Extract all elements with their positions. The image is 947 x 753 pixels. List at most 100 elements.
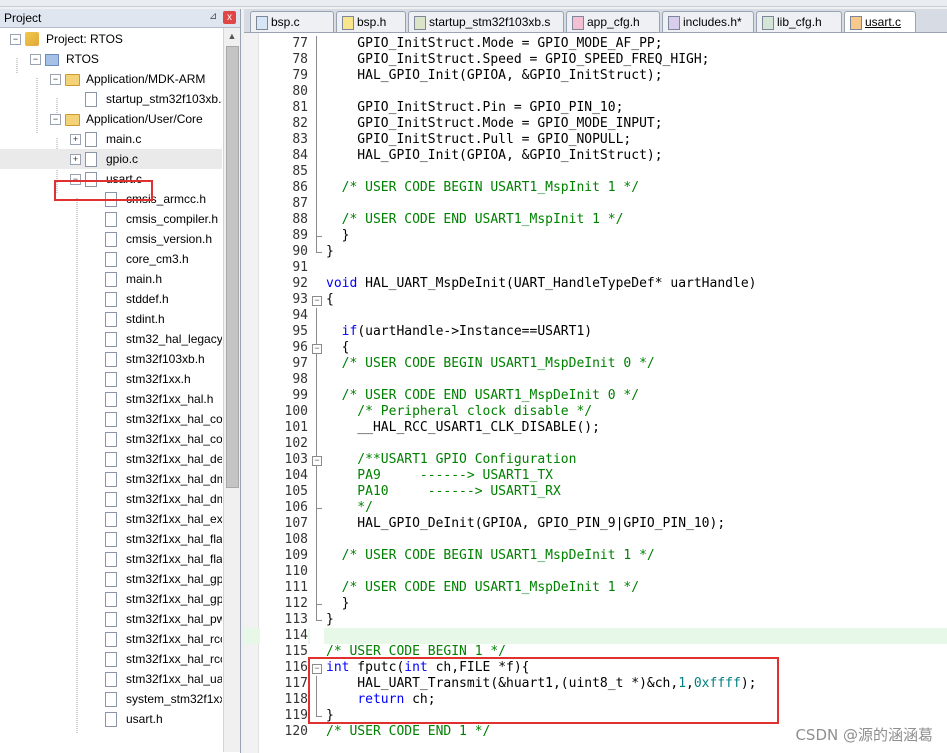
- code-line[interactable]: /* USER CODE END USART1_MspDeInit 1 */: [326, 580, 639, 596]
- fold-end: [316, 620, 322, 621]
- code-line[interactable]: }: [326, 596, 350, 612]
- breakpoint-gutter[interactable]: [244, 33, 259, 753]
- code-line[interactable]: __HAL_RCC_USART1_CLK_DISABLE();: [326, 420, 600, 436]
- code-line[interactable]: }: [326, 612, 334, 628]
- tree-item[interactable]: stddef.h: [0, 289, 222, 309]
- expand-icon[interactable]: +: [70, 134, 81, 145]
- tree-item[interactable]: − Application/User/Core: [0, 109, 222, 129]
- tree-item[interactable]: stm32f1xx_hal_ext: [0, 509, 222, 529]
- code-line[interactable]: /* USER CODE END USART1_MspDeInit 0 */: [326, 388, 639, 404]
- code-line[interactable]: GPIO_InitStruct.Speed = GPIO_SPEED_FREQ_…: [326, 52, 709, 68]
- tree-item-label: Application/User/Core: [86, 112, 203, 126]
- tree-item[interactable]: core_cm3.h: [0, 249, 222, 269]
- line-number: 119: [284, 708, 308, 723]
- tree-item[interactable]: usart.h: [0, 709, 222, 729]
- tree-item[interactable]: stm32f1xx_hal_fla: [0, 529, 222, 549]
- code-area[interactable]: GPIO_InitStruct.Mode = GPIO_MODE_AF_PP; …: [326, 33, 947, 753]
- tab-startup-stm32f103xb-s[interactable]: startup_stm32f103xb.s: [408, 11, 564, 32]
- tree-item[interactable]: system_stm32f1xx: [0, 689, 222, 709]
- code-line[interactable]: /**USART1 GPIO Configuration: [326, 452, 576, 468]
- code-line[interactable]: HAL_GPIO_Init(GPIOA, &GPIO_InitStruct);: [326, 148, 662, 164]
- tab-usart-c[interactable]: usart.c: [844, 11, 916, 32]
- code-line[interactable]: HAL_GPIO_DeInit(GPIOA, GPIO_PIN_9|GPIO_P…: [326, 516, 725, 532]
- tree-item[interactable]: cmsis_version.h: [0, 229, 222, 249]
- tree-item-label: stm32f1xx_hal.h: [126, 392, 214, 406]
- file-icon: [105, 312, 117, 327]
- tab-lib-cfg-h[interactable]: lib_cfg.h: [756, 11, 842, 32]
- code-line[interactable]: /* Peripheral clock disable */: [326, 404, 592, 420]
- tree-item-label: stm32f1xx_hal_rcc: [126, 652, 222, 666]
- scroll-thumb[interactable]: [226, 46, 239, 488]
- tree-item[interactable]: − Application/MDK-ARM: [0, 69, 222, 89]
- code-line[interactable]: if(uartHandle->Instance==USART1): [326, 324, 592, 340]
- close-panel-button[interactable]: x: [223, 11, 236, 24]
- tree-item[interactable]: stm32_hal_legacy.: [0, 329, 222, 349]
- file-icon: [105, 432, 117, 447]
- tree-item[interactable]: stm32f1xx_hal_pw: [0, 609, 222, 629]
- scroll-up-icon[interactable]: ▲: [224, 28, 240, 44]
- tree-item[interactable]: stm32f1xx_hal_fla: [0, 549, 222, 569]
- tree-item[interactable]: stm32f1xx_hal_dm: [0, 489, 222, 509]
- tree-item[interactable]: stm32f1xx_hal_de: [0, 449, 222, 469]
- expand-icon[interactable]: +: [70, 154, 81, 165]
- code-line[interactable]: */: [326, 500, 373, 516]
- tree-item[interactable]: main.h: [0, 269, 222, 289]
- code-line[interactable]: {: [326, 292, 334, 308]
- line-number: 81: [292, 100, 308, 115]
- tab-bsp-c[interactable]: bsp.c: [250, 11, 334, 32]
- tree-item[interactable]: stm32f1xx.h: [0, 369, 222, 389]
- code-line[interactable]: GPIO_InitStruct.Mode = GPIO_MODE_INPUT;: [326, 116, 662, 132]
- tree-item[interactable]: cmsis_compiler.h: [0, 209, 222, 229]
- tree-item[interactable]: stm32f1xx_hal_ua: [0, 669, 222, 689]
- tree-item[interactable]: stm32f1xx_hal_co: [0, 409, 222, 429]
- code-line[interactable]: PA10 ------> USART1_RX: [326, 484, 561, 500]
- code-editor[interactable]: 77 78 79 80 81 82 83 84 85 86 87 88 89 90 91 92 93 94 95 96…: [244, 33, 947, 753]
- line-number: 93: [292, 292, 308, 307]
- tree-item[interactable]: stm32f1xx_hal.h: [0, 389, 222, 409]
- line-number: 107: [284, 516, 308, 531]
- code-line[interactable]: void HAL_UART_MspDeInit(UART_HandleTypeD…: [326, 276, 756, 292]
- fold-toggle-icon[interactable]: −: [312, 296, 322, 306]
- tree-item[interactable]: stm32f1xx_hal_gp: [0, 569, 222, 589]
- code-line[interactable]: /* USER CODE END 1 */: [326, 724, 490, 740]
- tree-item[interactable]: startup_stm32f103xb.s: [0, 89, 222, 109]
- tree-item-label: gpio.c: [106, 152, 139, 166]
- fold-toggle-icon[interactable]: −: [312, 456, 322, 466]
- collapse-icon[interactable]: −: [50, 74, 61, 85]
- tree-item[interactable]: stdint.h: [0, 309, 222, 329]
- tree-item[interactable]: − RTOS: [0, 49, 222, 69]
- tree-item[interactable]: stm32f1xx_hal_co: [0, 429, 222, 449]
- line-number: 99: [292, 388, 308, 403]
- tree-item[interactable]: stm32f1xx_hal_dm: [0, 469, 222, 489]
- fold-toggle-icon[interactable]: −: [312, 344, 322, 354]
- tree-item[interactable]: stm32f103xb.h: [0, 349, 222, 369]
- tab-bsp-h[interactable]: bsp.h: [336, 11, 406, 32]
- tree-item[interactable]: stm32f1xx_hal_gp: [0, 589, 222, 609]
- code-line[interactable]: }: [326, 244, 334, 260]
- code-line[interactable]: /* USER CODE END USART1_MspInit 1 */: [326, 212, 624, 228]
- code-line[interactable]: GPIO_InitStruct.Pull = GPIO_NOPULL;: [326, 132, 631, 148]
- code-line[interactable]: /* USER CODE BEGIN USART1_MspDeInit 0 */: [326, 356, 655, 372]
- code-line[interactable]: HAL_GPIO_Init(GPIOA, &GPIO_InitStruct);: [326, 68, 662, 84]
- tree-item[interactable]: + main.c: [0, 129, 222, 149]
- code-line[interactable]: GPIO_InitStruct.Mode = GPIO_MODE_AF_PP;: [326, 36, 662, 52]
- tree-item[interactable]: stm32f1xx_hal_rcc: [0, 629, 222, 649]
- code-line[interactable]: {: [326, 340, 350, 356]
- tree-scrollbar[interactable]: ▲: [223, 28, 240, 752]
- tab-app-cfg-h[interactable]: app_cfg.h: [566, 11, 660, 32]
- collapse-icon[interactable]: −: [30, 54, 41, 65]
- collapse-icon[interactable]: −: [50, 114, 61, 125]
- tab-includes-h-[interactable]: includes.h*: [662, 11, 754, 32]
- code-line[interactable]: GPIO_InitStruct.Pin = GPIO_PIN_10;: [326, 100, 623, 116]
- tree-item[interactable]: − Project: RTOS: [0, 29, 222, 49]
- tree-item-label: cmsis_version.h: [126, 232, 213, 246]
- code-line[interactable]: /* USER CODE BEGIN USART1_MspInit 1 */: [326, 180, 639, 196]
- code-line[interactable]: }: [326, 228, 350, 244]
- pin-icon[interactable]: ⊿: [209, 12, 220, 23]
- tree-item[interactable]: stm32f1xx_hal_rcc: [0, 649, 222, 669]
- folder-icon: [65, 114, 80, 126]
- collapse-icon[interactable]: −: [10, 34, 21, 45]
- code-line[interactable]: /* USER CODE BEGIN USART1_MspDeInit 1 */: [326, 548, 655, 564]
- code-line[interactable]: PA9 ------> USART1_TX: [326, 468, 553, 484]
- tree-item[interactable]: + gpio.c: [0, 149, 222, 169]
